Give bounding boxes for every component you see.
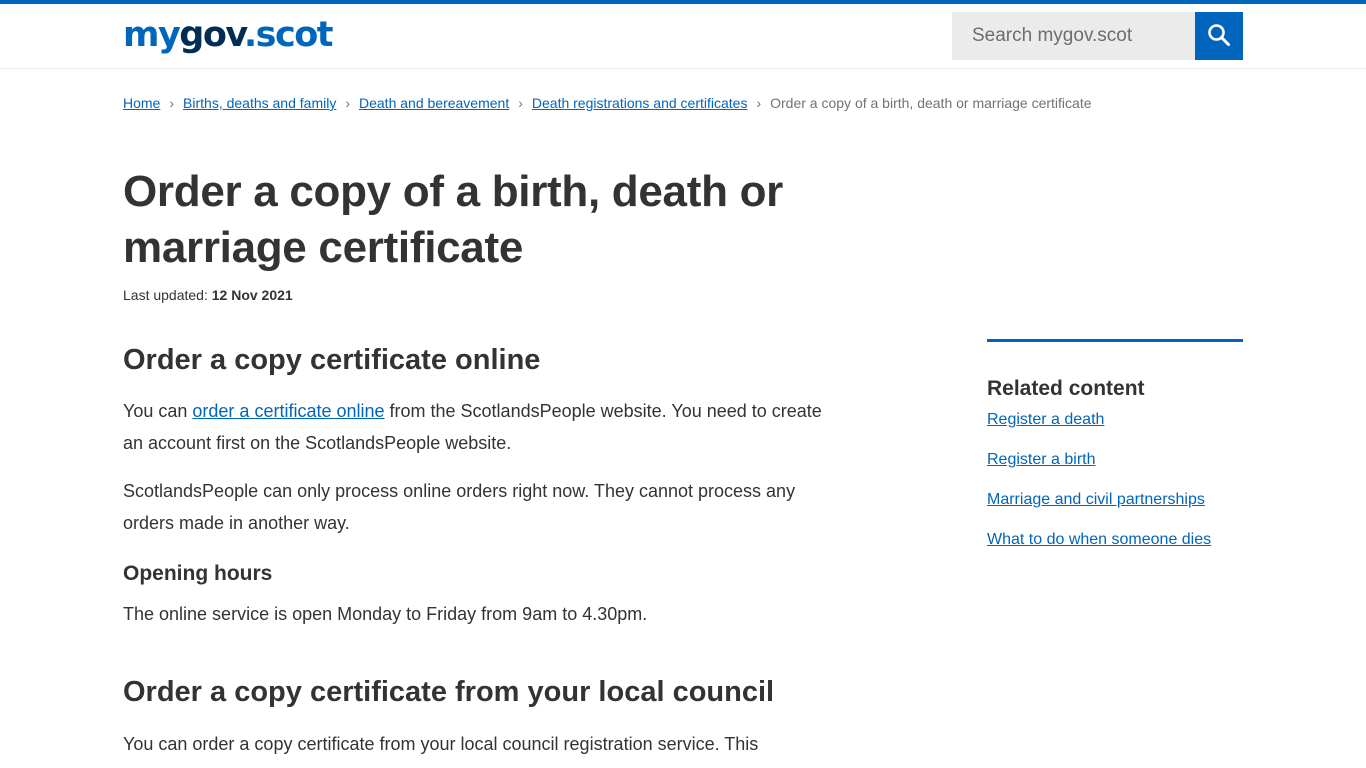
online-intro-paragraph: You can order a certificate online from … [123, 395, 843, 459]
related-content-heading: Related content [987, 377, 1145, 400]
local-council-paragraph: You can order a copy certificate from yo… [123, 734, 759, 754]
chevron-right-icon: › [756, 95, 762, 111]
search-button[interactable] [1195, 12, 1243, 60]
breadcrumb-link-home[interactable]: Home [123, 94, 160, 112]
related-link-register-death[interactable]: Register a death [987, 411, 1104, 428]
order-certificate-online-link[interactable]: order a certificate online [192, 401, 384, 421]
logo-part-my: my [123, 15, 181, 55]
related-link-register-birth[interactable]: Register a birth [987, 451, 1096, 468]
related-links-list: Register a death Register a birth Marria… [987, 408, 1243, 552]
text: You can [123, 401, 193, 421]
logo-part-scot: .scot [243, 15, 334, 55]
divider [987, 339, 1243, 342]
section-heading-local-council: Order a copy certificate from your local… [123, 676, 775, 708]
main-content: Order a copy certificate online You can … [123, 340, 843, 760]
breadcrumb-link-births-deaths-family[interactable]: Births, deaths and family [183, 94, 336, 112]
last-updated-label: Last updated: [123, 287, 208, 303]
last-updated: Last updated: 12 Nov 2021 [123, 287, 293, 303]
site-search [952, 12, 1243, 60]
breadcrumb-link-death-registrations[interactable]: Death registrations and certificates [532, 94, 748, 112]
section-heading-online: Order a copy certificate online [123, 344, 541, 376]
chevron-right-icon: › [345, 95, 350, 111]
page-title: Order a copy of a birth, death or marria… [123, 167, 783, 272]
search-icon [1207, 23, 1231, 50]
online-only-paragraph: ScotlandsPeople can only process online … [123, 481, 796, 533]
site-logo[interactable]: mygov.scot [123, 13, 334, 57]
search-input[interactable] [952, 12, 1195, 60]
breadcrumb-current: Order a copy of a birth, death or marria… [770, 95, 1092, 111]
breadcrumb-link-death-bereavement[interactable]: Death and bereavement [359, 94, 509, 112]
list-item: Marriage and civil partnerships [987, 488, 1243, 512]
chevron-right-icon: › [518, 95, 523, 111]
site-header: mygov.scot [0, 4, 1366, 69]
list-item: What to do when someone dies [987, 528, 1243, 552]
logo-part-gov: gov [179, 15, 245, 55]
related-link-marriage[interactable]: Marriage and civil partnerships [987, 491, 1205, 508]
list-item: Register a birth [987, 448, 1243, 472]
list-item: Register a death [987, 408, 1243, 432]
last-updated-date: 12 Nov 2021 [211, 287, 293, 303]
related-content: Related content Register a death Registe… [987, 339, 1243, 568]
chevron-right-icon: › [169, 95, 175, 111]
opening-hours-heading: Opening hours [123, 562, 273, 585]
related-link-someone-dies[interactable]: What to do when someone dies [987, 531, 1211, 548]
opening-hours-paragraph: The online service is open Monday to Fri… [123, 604, 648, 624]
breadcrumb: Home › Births, deaths and family › Death… [123, 94, 1092, 112]
